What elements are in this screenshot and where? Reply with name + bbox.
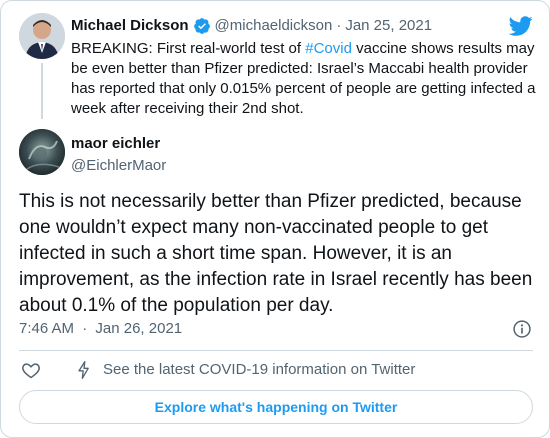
parent-author-name[interactable]: Michael Dickson	[71, 16, 189, 36]
parent-tweet-text: BREAKING: First real-world test of #Covi…	[71, 39, 537, 119]
tweet-date[interactable]: Jan 26, 2021	[95, 320, 182, 337]
parent-tweet-header: Michael Dickson @michaeldickson · Jan 25…	[71, 16, 432, 36]
divider	[19, 350, 533, 351]
main-tweet-text: This is not necessarily better than Pfiz…	[19, 191, 533, 316]
info-icon[interactable]	[512, 319, 532, 339]
tweet-time[interactable]: 7:46 AM	[19, 320, 74, 337]
main-avatar[interactable]	[19, 129, 65, 175]
embedded-tweet-card: Michael Dickson @michaeldickson · Jan 25…	[0, 0, 550, 438]
parent-text-before: BREAKING: First real-world test of	[71, 40, 306, 57]
thread-connector-line	[41, 63, 43, 119]
covid-hashtag-link[interactable]: #Covid	[305, 40, 352, 57]
bolt-icon[interactable]	[74, 360, 94, 380]
parent-tweet-date[interactable]: Jan 25, 2021	[345, 16, 432, 36]
parent-author-handle[interactable]: @michaeldickson	[215, 16, 333, 36]
main-author-name[interactable]: maor eichler	[71, 134, 160, 154]
profile-image-icon	[19, 129, 65, 175]
heart-icon[interactable]	[21, 360, 41, 380]
separator-dot: ·	[82, 320, 88, 337]
explore-button[interactable]: Explore what's happening on Twitter	[19, 390, 533, 424]
person-avatar-icon	[19, 13, 65, 59]
main-author-handle[interactable]: @EichlerMaor	[71, 156, 166, 176]
tweet-timestamp[interactable]: 7:46 AM · Jan 26, 2021	[19, 319, 182, 339]
separator-dot: ·	[336, 17, 342, 34]
parent-avatar[interactable]	[19, 13, 65, 59]
verified-badge-icon	[193, 18, 210, 34]
covid-info-link[interactable]: See the latest COVID-19 information on T…	[103, 360, 415, 380]
twitter-bird-icon[interactable]	[509, 14, 533, 38]
